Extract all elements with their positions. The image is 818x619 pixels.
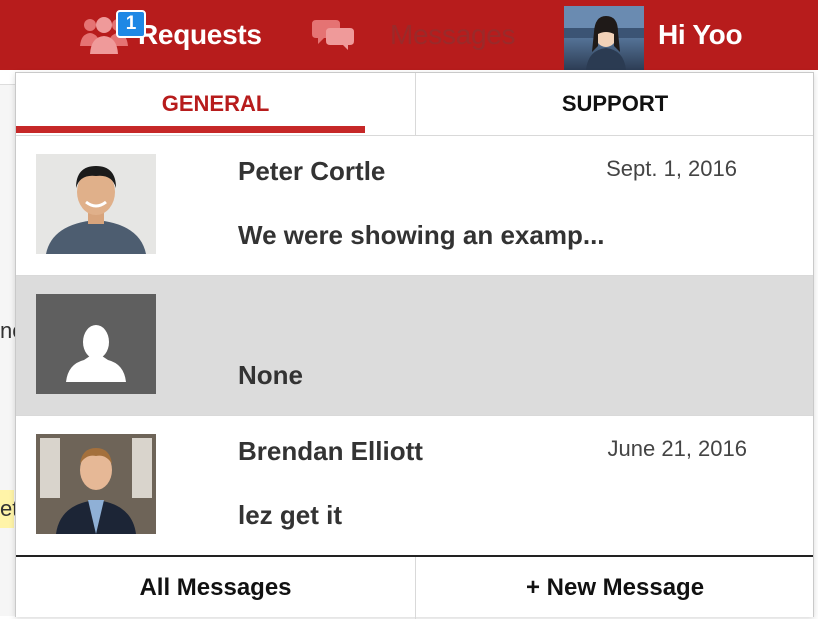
background-highlight-fragment: et — [0, 490, 18, 528]
user-avatar — [564, 6, 644, 70]
background-page — [0, 84, 16, 616]
active-tab-indicator — [16, 126, 365, 133]
top-navbar: 1 Requests Messages Hi Yoo — [0, 0, 818, 70]
tab-support[interactable]: SUPPORT — [415, 73, 814, 135]
user-greeting: Hi Yoo — [658, 19, 743, 50]
nav-user-menu[interactable]: Hi Yoo — [564, 0, 743, 70]
new-message-button[interactable]: + New Message — [415, 557, 814, 619]
avatar — [36, 154, 156, 254]
message-row[interactable]: None — [16, 276, 813, 416]
default-user-icon — [36, 294, 156, 394]
nav-messages[interactable]: Messages — [312, 0, 516, 70]
requests-label: Requests — [138, 19, 262, 50]
dropdown-footer: All Messages + New Message — [16, 555, 813, 619]
chat-bubbles-icon — [312, 16, 354, 55]
all-messages-button[interactable]: All Messages — [16, 557, 415, 619]
messages-label: Messages — [390, 19, 516, 50]
message-date: June 21, 2016 — [607, 436, 747, 461]
requests-badge: 1 — [116, 9, 146, 38]
message-preview: We were showing an examp... — [238, 220, 605, 250]
message-preview: None — [238, 360, 303, 390]
avatar — [36, 434, 156, 534]
message-row[interactable]: Brendan Elliott June 21, 2016 lez get it — [16, 416, 813, 554]
message-preview: lez get it — [238, 500, 343, 530]
background-divider — [0, 84, 16, 85]
message-date: Sept. 1, 2016 — [606, 156, 737, 181]
nav-requests[interactable]: 1 Requests — [80, 0, 262, 70]
message-sender: Brendan Elliott — [238, 436, 423, 466]
messages-dropdown: GENERAL SUPPORT Peter Cortle Sept. 1, 20… — [15, 72, 814, 619]
message-row[interactable]: Peter Cortle Sept. 1, 2016 We were showi… — [16, 136, 813, 276]
users-icon: 1 — [80, 9, 146, 59]
message-sender: Peter Cortle — [238, 156, 386, 186]
tab-bar: GENERAL SUPPORT — [16, 73, 813, 136]
